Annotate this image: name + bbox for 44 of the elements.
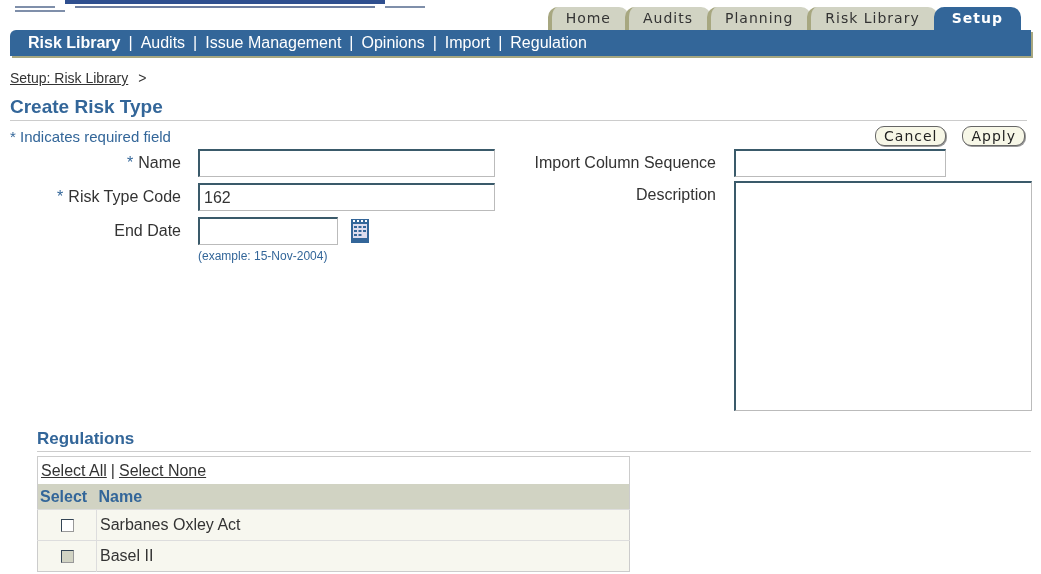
subnav-link[interactable]: Audits	[140, 34, 186, 52]
separator: |	[349, 34, 354, 52]
text-field[interactable]: 162	[198, 183, 495, 211]
separator: |	[193, 34, 198, 52]
separator: |	[128, 34, 133, 52]
required-mark: *	[57, 188, 64, 205]
field-label: End Date	[114, 222, 181, 239]
tab[interactable]: Audits	[625, 7, 711, 30]
separator: |	[110, 461, 115, 479]
table-cell: Sarbanes Oxley Act	[96, 509, 630, 541]
table-cell: Basel II	[96, 540, 630, 572]
text-field[interactable]	[734, 149, 946, 177]
field-label: Name	[138, 154, 181, 171]
button[interactable]: Apply	[962, 126, 1025, 146]
separator: |	[498, 34, 503, 52]
required-mark: *	[127, 154, 134, 171]
subnav-link[interactable]: Opinions	[361, 34, 425, 52]
checkbox[interactable]	[60, 519, 74, 533]
page-title: Create Risk Type	[10, 96, 1027, 121]
separator: |	[432, 34, 437, 52]
hint-text: (example: 15-Nov-2004)	[198, 249, 329, 263]
select-none-link[interactable]: Select None	[118, 461, 207, 479]
calendar-icon[interactable]	[350, 218, 370, 244]
column-header: Select	[37, 484, 97, 510]
section-title: Regulations	[37, 429, 1031, 452]
breadcrumb-link[interactable]: Setup: Risk Library	[10, 70, 129, 86]
button[interactable]: Cancel	[875, 126, 947, 146]
field-label: Import Column Sequence	[533, 153, 716, 173]
field-label: Risk Type Code	[68, 188, 181, 205]
column-header: Name	[96, 484, 630, 510]
required-note: * Indicates required field	[10, 127, 171, 145]
text-field[interactable]	[198, 149, 495, 177]
date-field[interactable]	[198, 217, 338, 245]
description-field[interactable]	[734, 181, 1032, 411]
breadcrumb-separator: >	[138, 70, 147, 86]
select-all-link[interactable]: Select All	[41, 461, 107, 479]
field-label: Description	[634, 185, 716, 205]
tab[interactable]: Risk Library	[807, 7, 938, 30]
subnav-link[interactable]: Regulation	[510, 34, 587, 52]
tab[interactable]: Home	[547, 7, 629, 30]
tab[interactable]: Setup	[933, 7, 1021, 30]
subnav-link[interactable]: Risk Library	[28, 34, 121, 52]
subnav-link[interactable]: Import	[444, 34, 491, 52]
subnav-link[interactable]: Issue Management	[205, 34, 342, 52]
